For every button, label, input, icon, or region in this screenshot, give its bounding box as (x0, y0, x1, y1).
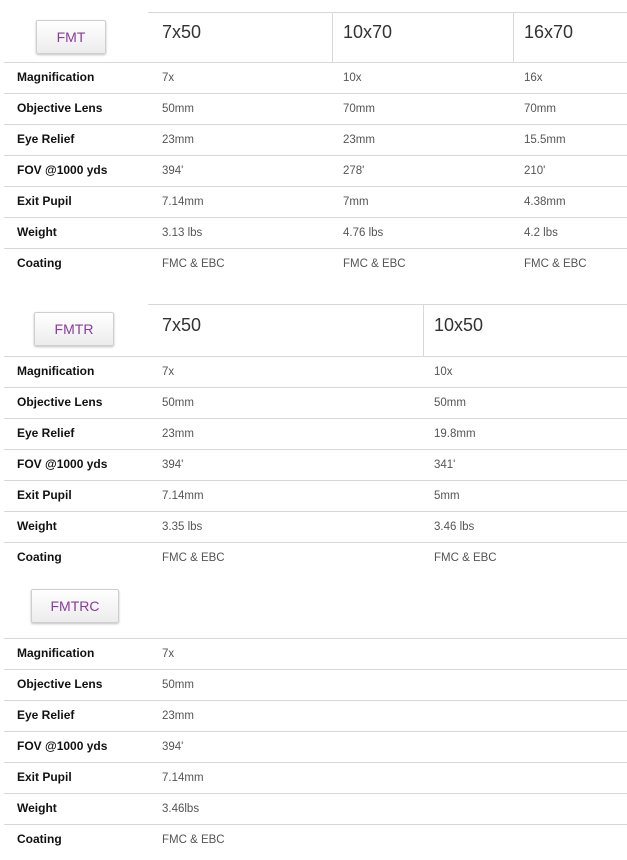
divider (4, 669, 627, 670)
row-label: Weight (17, 519, 57, 533)
row-label: Weight (17, 225, 57, 239)
divider (4, 356, 627, 357)
divider (4, 387, 627, 388)
row-label: Exit Pupil (17, 488, 72, 502)
row-label: Eye Relief (17, 426, 75, 440)
divider (4, 186, 627, 187)
cell-value: 15.5mm (524, 134, 566, 146)
cell-value: 19.8mm (434, 428, 476, 440)
model-heading: 10x50 (434, 315, 484, 335)
cell-value: 4.2 lbs (524, 227, 558, 239)
row-label: Magnification (17, 646, 95, 660)
model-heading: 16x70 (524, 22, 574, 42)
divider (4, 731, 627, 732)
cell-value: 394' (162, 165, 184, 177)
divider (4, 638, 627, 639)
tab-fmt[interactable]: FMT (36, 20, 106, 54)
cell-value: FMC & EBC (162, 834, 225, 846)
row-label: Coating (17, 832, 62, 846)
cell-value: 10x (434, 366, 453, 378)
divider (4, 93, 627, 94)
divider (4, 511, 627, 512)
cell-value: FMC & EBC (162, 552, 225, 564)
cell-value: 3.35 lbs (162, 521, 203, 533)
cell-value: 7mm (343, 196, 369, 208)
cell-value: 4.76 lbs (343, 227, 384, 239)
divider (4, 793, 627, 794)
divider (148, 12, 627, 13)
cell-value: 70mm (524, 103, 556, 115)
divider (148, 304, 627, 305)
divider (4, 248, 627, 249)
row-label: Objective Lens (17, 677, 103, 691)
divider (4, 824, 627, 825)
cell-value: 23mm (162, 134, 194, 146)
cell-value: 50mm (434, 397, 466, 409)
cell-value: 210' (524, 165, 546, 177)
row-label: FOV @1000 yds (17, 739, 108, 753)
divider (4, 418, 627, 419)
model-heading: 10x70 (343, 22, 393, 42)
row-label: Coating (17, 256, 62, 270)
column-divider (513, 12, 514, 62)
divider (4, 217, 627, 218)
cell-value: FMC & EBC (524, 258, 587, 270)
row-label: Exit Pupil (17, 770, 72, 784)
row-label: Objective Lens (17, 395, 103, 409)
row-label: Coating (17, 550, 62, 564)
tab-fmtr[interactable]: FMTR (34, 312, 114, 346)
model-heading: 7x50 (162, 22, 202, 42)
cell-value: FMC & EBC (434, 552, 497, 564)
cell-value: 7x (162, 366, 175, 378)
cell-value: 7x (162, 72, 175, 84)
cell-value: 341' (434, 459, 456, 471)
cell-value: 5mm (434, 490, 460, 502)
cell-value: 394' (162, 459, 184, 471)
cell-value: 10x (343, 72, 362, 84)
cell-value: 394' (162, 741, 184, 753)
cell-value: 4.38mm (524, 196, 566, 208)
cell-value: 23mm (162, 428, 194, 440)
column-divider (423, 304, 424, 356)
row-label: Eye Relief (17, 132, 75, 146)
divider (4, 700, 627, 701)
cell-value: 50mm (162, 103, 194, 115)
divider (4, 480, 627, 481)
row-label: Objective Lens (17, 101, 103, 115)
cell-value: 7x (162, 648, 175, 660)
divider (4, 762, 627, 763)
cell-value: FMC & EBC (162, 258, 225, 270)
cell-value: 23mm (343, 134, 375, 146)
divider (4, 124, 627, 125)
cell-value: 7.14mm (162, 772, 204, 784)
tab-fmtrc[interactable]: FMTRC (31, 589, 119, 623)
cell-value: 7.14mm (162, 490, 204, 502)
model-heading: 7x50 (162, 315, 202, 335)
divider (4, 62, 627, 63)
cell-value: 23mm (162, 710, 194, 722)
row-label: Magnification (17, 364, 95, 378)
row-label: FOV @1000 yds (17, 457, 108, 471)
cell-value: 3.46lbs (162, 803, 200, 815)
cell-value: 16x (524, 72, 543, 84)
cell-value: 70mm (343, 103, 375, 115)
cell-value: 3.13 lbs (162, 227, 203, 239)
cell-value: 50mm (162, 679, 194, 691)
cell-value: 7.14mm (162, 196, 204, 208)
cell-value: FMC & EBC (343, 258, 406, 270)
column-divider (332, 12, 333, 62)
row-label: Exit Pupil (17, 194, 72, 208)
divider (4, 155, 627, 156)
cell-value: 3.46 lbs (434, 521, 475, 533)
divider (4, 449, 627, 450)
cell-value: 278' (343, 165, 365, 177)
row-label: Eye Relief (17, 708, 75, 722)
cell-value: 50mm (162, 397, 194, 409)
row-label: FOV @1000 yds (17, 163, 108, 177)
row-label: Magnification (17, 70, 95, 84)
row-label: Weight (17, 801, 57, 815)
divider (4, 542, 627, 543)
